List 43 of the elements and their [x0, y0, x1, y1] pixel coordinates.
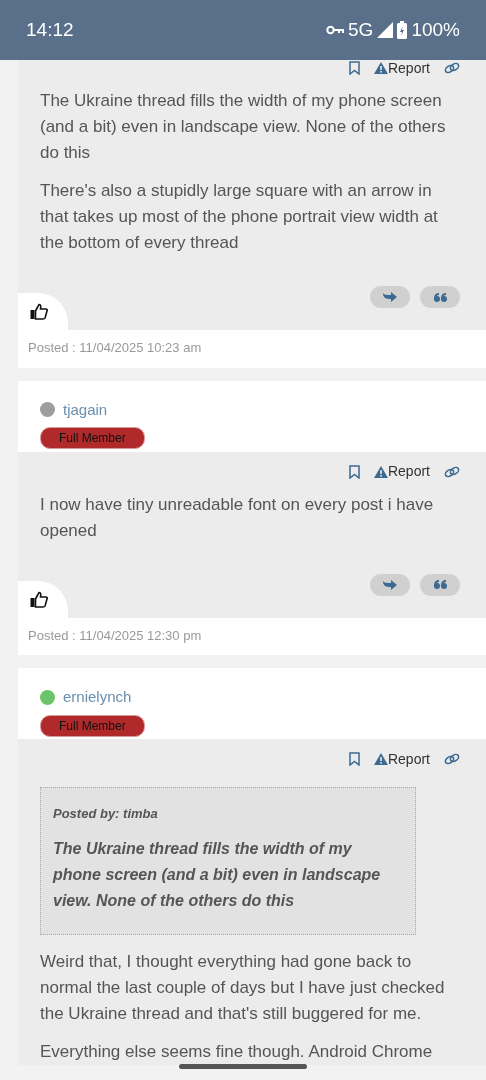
like-button[interactable]: [18, 580, 68, 618]
reply-button[interactable]: [370, 573, 410, 596]
rank-badge: Full Member: [40, 427, 145, 449]
reply-arrow-icon: [382, 578, 398, 591]
key-icon: [326, 25, 345, 35]
thumbs-up-icon: [30, 590, 48, 608]
reply-button[interactable]: [370, 286, 410, 308]
post-text: Weird that, I thought everything had gone back to normal the last couple of days but I have just checked the Ukraine thread and that's still buggered for me.: [40, 950, 446, 1025]
post-date: Posted : 11/04/2025 12:30 pm: [18, 617, 486, 655]
post-date: Posted : 11/04/2025 10:23 am: [18, 330, 486, 368]
username-link[interactable]: ernielynch: [63, 686, 132, 709]
quote-icon: [433, 580, 447, 589]
bookmark-icon[interactable]: [348, 464, 360, 479]
thumbs-up-icon: [30, 303, 48, 320]
battery-level: 100%: [411, 17, 460, 42]
link-icon[interactable]: [444, 753, 460, 765]
post-text: I now have tiny unreadable font on every post i have opened: [40, 493, 435, 542]
report-link[interactable]: Report: [373, 748, 430, 770]
quote-author: Posted by: timba: [53, 805, 159, 823]
quote-text: The Ukraine thread fills the width of my phone screen (and a bit) even in landscape view. None of the others do this: [53, 838, 382, 911]
link-icon[interactable]: [444, 62, 460, 74]
clock-time: 14:12: [26, 17, 74, 42]
bookmark-icon[interactable]: [348, 752, 360, 766]
post-text: There's also a stupidly large square with an arrow in that takes up most of the phone portrait view width at the bottom of every thread: [40, 180, 439, 254]
battery-icon: [397, 21, 408, 39]
like-button[interactable]: [18, 293, 68, 330]
link-icon[interactable]: [444, 465, 460, 478]
post-text: Everything else seems fine though. Android Chrome: [40, 1040, 434, 1063]
rank-badge: Full Member: [40, 714, 145, 737]
warning-icon: [373, 62, 388, 74]
username-link[interactable]: tjagain: [63, 398, 108, 421]
reply-arrow-icon: [382, 291, 398, 303]
warning-icon: [373, 465, 388, 478]
quote-icon: [433, 292, 447, 302]
report-link[interactable]: Report: [373, 461, 430, 482]
quote-button[interactable]: [420, 573, 460, 596]
report-link[interactable]: Report: [373, 57, 430, 79]
bookmark-icon[interactable]: [348, 61, 360, 75]
network-type: 5G: [348, 17, 374, 42]
warning-icon: [373, 753, 388, 765]
quote-button[interactable]: [420, 286, 460, 308]
signal-icon: [377, 22, 394, 38]
post-text: The Ukraine thread fills the width of my phone screen (and a bit) even in landscape view. None of the others do this: [40, 90, 447, 164]
